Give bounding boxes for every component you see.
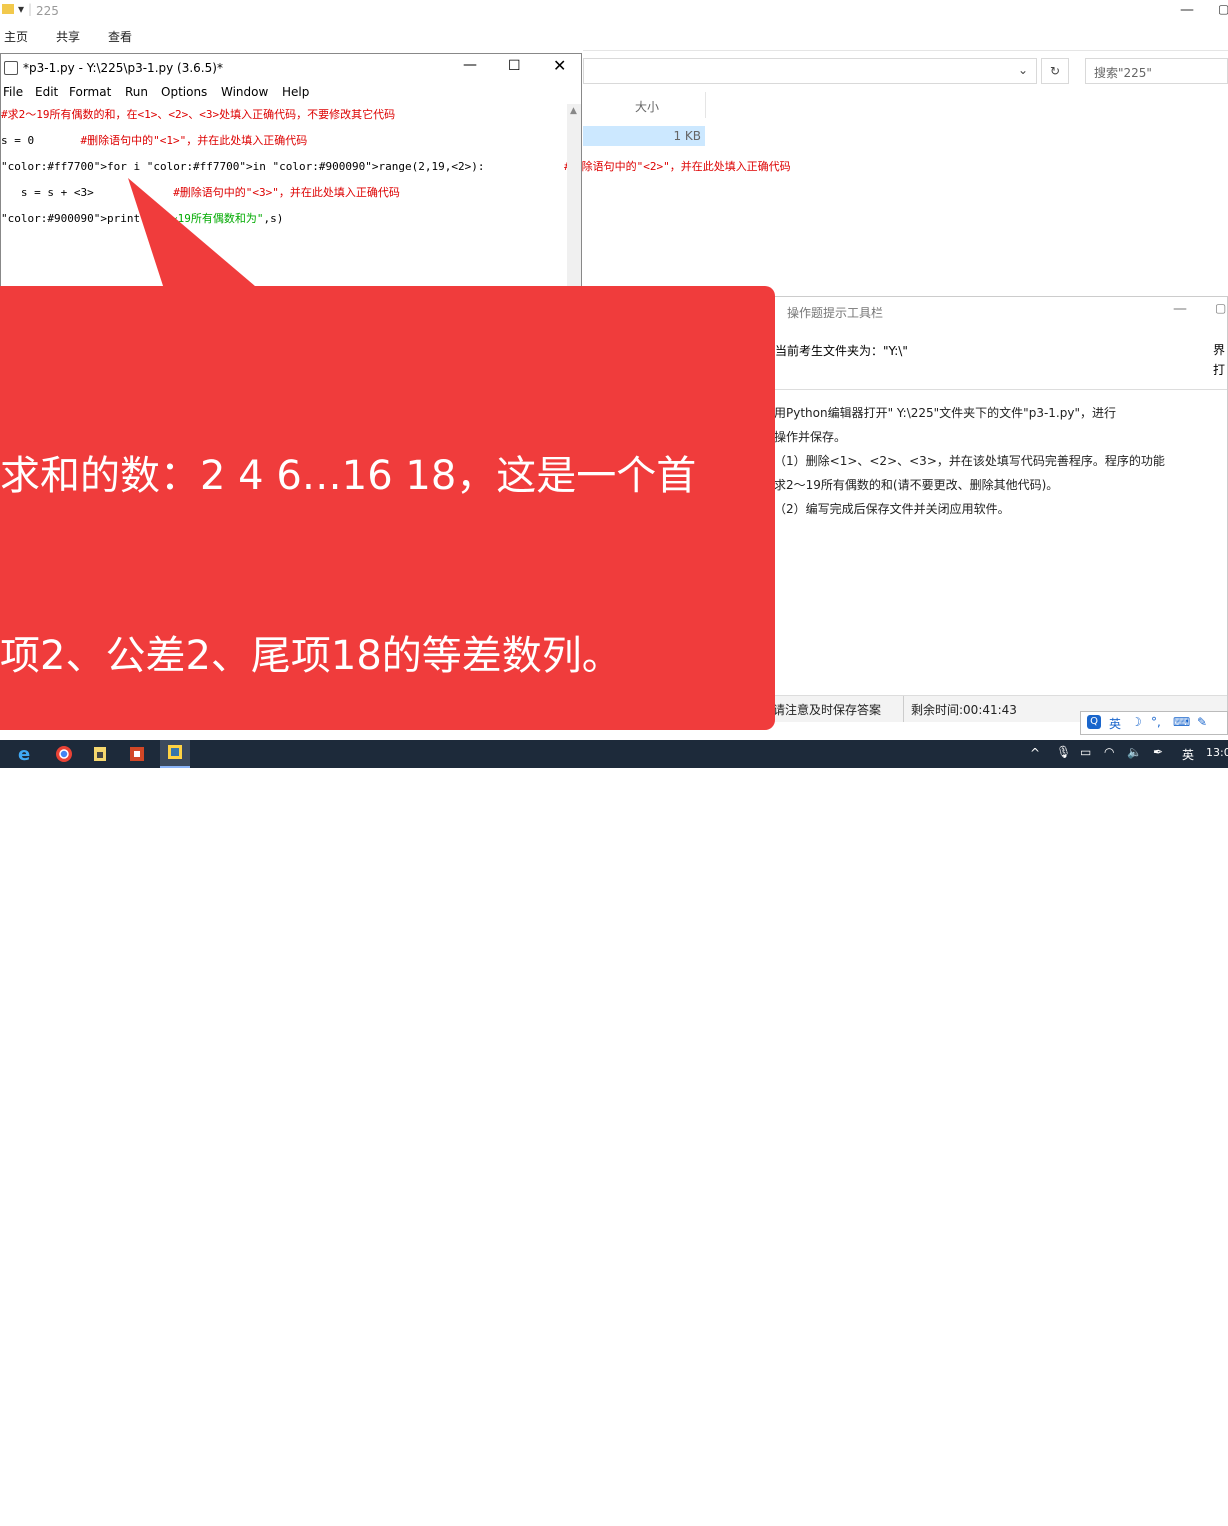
- volume-icon[interactable]: 🔈: [1127, 745, 1142, 759]
- python-idle-taskbar-icon[interactable]: [160, 740, 190, 768]
- tool-info-panel: 当前考生文件夹为："Y:\" 界 打: [769, 325, 1227, 385]
- minimize-icon[interactable]: —: [1180, 2, 1194, 18]
- menu-edit[interactable]: Edit: [35, 85, 58, 99]
- ime-punct-icon[interactable]: °,: [1151, 715, 1161, 729]
- menu-options[interactable]: Options: [161, 85, 207, 99]
- ribbon-divider: [583, 50, 1228, 51]
- code-line-5: "color:#900090">print ("2～19所有偶数和为",s): [1, 212, 284, 225]
- close-icon[interactable]: ✕: [553, 56, 566, 75]
- callout-line: 项2、公差2、尾项18的等差数列。: [0, 633, 622, 679]
- search-input[interactable]: 搜索"225": [1085, 58, 1228, 84]
- python-file-icon: [4, 61, 18, 75]
- restore-icon[interactable]: ▢: [1218, 2, 1228, 16]
- address-bar[interactable]: ⌄: [583, 58, 1037, 84]
- column-header: 大小: [583, 92, 1228, 118]
- edge-icon[interactable]: e: [18, 744, 40, 765]
- tool-title: 操作题提示工具栏: [787, 306, 884, 320]
- minimize-icon[interactable]: —: [1173, 301, 1187, 317]
- ime-toolbar[interactable]: Q 英 ☽ °, ⌨ ✎: [1080, 711, 1228, 735]
- explorer-title: 225: [36, 4, 59, 18]
- presentation-app-icon[interactable]: [127, 744, 149, 764]
- vertical-scrollbar[interactable]: ▲: [567, 104, 581, 302]
- code-line-4: s = s + <3> #删除语句中的"<3>"，并在此处填入正确代码: [1, 186, 400, 199]
- tool-button-label-2[interactable]: 打: [1213, 361, 1225, 378]
- file-size: 1 KB: [673, 129, 701, 143]
- ime-settings-icon[interactable]: ✎: [1197, 715, 1207, 729]
- menu-run[interactable]: Run: [125, 85, 148, 99]
- ribbon-tab-view[interactable]: 查看: [108, 28, 132, 45]
- explanation-callout: 求和的数：2 4 6…16 18，这是一个首 项2、公差2、尾项18的等差数列。…: [0, 286, 775, 1399]
- code-editor[interactable]: #求2～19所有偶数的和，在<1>、<2>、<3>处填入正确代码，不要修改其它代…: [1, 104, 791, 302]
- idle-editor-window: *p3-1.py - Y:\225\p3-1.py (3.6.5)* — ☐ ✕…: [0, 53, 791, 303]
- column-size-header[interactable]: 大小: [635, 98, 659, 115]
- instructions-panel: 用Python编辑器打开" Y:\225"文件夹下的文件"p3-1.py"，进行…: [769, 389, 1227, 690]
- minimize-icon[interactable]: —: [463, 57, 477, 73]
- code-line-2: s = 0 #删除语句中的"<1>"，并在此处填入正确代码: [1, 134, 308, 147]
- tool-window: 操作题提示工具栏 — ▢ 当前考生文件夹为："Y:\" 界 打 用Python编…: [768, 296, 1228, 722]
- wifi-icon[interactable]: ◠: [1104, 745, 1114, 759]
- instruction-line: （2）编写完成后保存文件并关闭应用软件。: [774, 502, 1010, 516]
- instruction-line: 用Python编辑器打开" Y:\225"文件夹下的文件"p3-1.py"，进行: [774, 406, 1116, 420]
- restore-icon[interactable]: ▢: [1215, 301, 1226, 315]
- instruction-line: 求2～19所有偶数的和(请不要更改、删除其他代码)。: [774, 478, 1059, 492]
- app-icon[interactable]: [90, 744, 112, 764]
- refresh-icon[interactable]: ↻: [1041, 58, 1069, 84]
- idle-titlebar: *p3-1.py - Y:\225\p3-1.py (3.6.5)* — ☐ ✕: [1, 54, 581, 82]
- taskbar-clock[interactable]: 13:0: [1206, 746, 1228, 759]
- maximize-icon[interactable]: ☐: [508, 58, 521, 74]
- search-placeholder: 搜索"225": [1094, 66, 1152, 80]
- callout-line: 求和的数：2 4 6…16 18，这是一个首: [0, 453, 697, 499]
- ribbon-tab-share[interactable]: 共享: [56, 28, 80, 45]
- quick-access-dropdown-icon[interactable]: ▾: [18, 2, 24, 16]
- ime-moon-icon[interactable]: ☽: [1131, 715, 1142, 729]
- taskbar-language[interactable]: 英: [1182, 746, 1194, 763]
- explorer-titlebar: ▾ | 225 — ▢: [0, 0, 1228, 24]
- ime-keyboard-icon[interactable]: ⌨: [1173, 715, 1190, 729]
- address-dropdown-icon[interactable]: ⌄: [1018, 63, 1028, 77]
- microphone-icon[interactable]: 🎙: [1056, 745, 1071, 759]
- folder-icon: [2, 4, 14, 14]
- tool-button-label-1[interactable]: 界: [1213, 341, 1225, 358]
- address-area: ⌄ ↻ 搜索"225": [583, 52, 1228, 88]
- pen-icon[interactable]: ✒: [1153, 745, 1163, 759]
- show-hidden-icons[interactable]: ^: [1030, 746, 1040, 760]
- file-row[interactable]: 1 KB: [583, 126, 705, 146]
- battery-icon[interactable]: ▭: [1080, 745, 1091, 759]
- explorer-ribbon: 主页 共享 查看: [0, 24, 1228, 50]
- instruction-line: （1）删除<1>、<2>、<3>，并在该处填写代码完善程序。程序的功能: [774, 454, 1165, 468]
- menu-help[interactable]: Help: [282, 85, 309, 99]
- code-line-3: "color:#ff7700">for i "color:#ff7700">in…: [1, 160, 791, 173]
- idle-title: *p3-1.py - Y:\225\p3-1.py (3.6.5)*: [23, 61, 223, 75]
- instruction-line: 操作并保存。: [774, 430, 847, 444]
- ime-logo-icon: Q: [1087, 715, 1101, 729]
- chrome-icon[interactable]: [54, 744, 76, 764]
- idle-menubar: File Edit Format Run Options Window Help: [1, 82, 581, 104]
- menu-file[interactable]: File: [3, 85, 23, 99]
- menu-format[interactable]: Format: [69, 85, 111, 99]
- callout-line: range([初值,]终值[,步长])，用于生成: [0, 813, 676, 859]
- callout-line: 特定区间的整数序列，从初值开始，到: [0, 993, 680, 1039]
- callout-line: 小于终值的最大整数结束，一个左闭右: [0, 1173, 680, 1219]
- ribbon-tab-home[interactable]: 主页: [4, 28, 28, 45]
- ime-language[interactable]: 英: [1109, 715, 1121, 732]
- tool-titlebar: 操作题提示工具栏 — ▢: [769, 297, 1227, 325]
- menu-window[interactable]: Window: [221, 85, 268, 99]
- status-divider: [903, 696, 904, 722]
- save-reminder: 请注意及时保存答案: [773, 703, 882, 717]
- code-line-1: #求2～19所有偶数的和，在<1>、<2>、<3>处填入正确代码，不要修改其它代…: [1, 108, 396, 121]
- scroll-up-icon[interactable]: ▲: [570, 106, 577, 116]
- remaining-time: 剩余时间:00:41:43: [911, 703, 1017, 717]
- callout-line: 开的区间。这里为range(2,19,2)。: [0, 1353, 635, 1399]
- taskbar: e ^ 🎙 ▭ ◠ 🔈 ✒ 英 13:0: [0, 740, 1228, 768]
- folder-label: 当前考生文件夹为："Y:\": [775, 344, 908, 358]
- title-separator: |: [28, 2, 33, 16]
- callout-text: 求和的数：2 4 6…16 18，这是一个首 项2、公差2、尾项18的等差数列。…: [0, 326, 760, 1526]
